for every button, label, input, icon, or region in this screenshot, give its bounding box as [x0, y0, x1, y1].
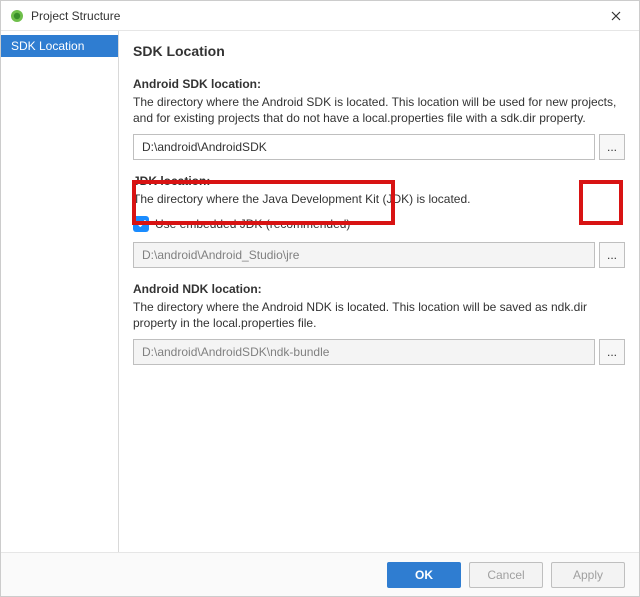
jdk-section-desc: The directory where the Java Development… [133, 191, 625, 207]
sidebar: SDK Location [1, 31, 119, 552]
checkbox-checked-icon [133, 216, 149, 232]
ellipsis-icon: ... [607, 345, 617, 359]
sidebar-item-label: SDK Location [11, 39, 84, 53]
jdk-checkbox-label: Use embedded JDK (recommended) [155, 217, 350, 231]
sdk-section-desc: The directory where the Android SDK is l… [133, 94, 625, 126]
ndk-path-input [133, 339, 595, 365]
ndk-section-desc: The directory where the Android NDK is l… [133, 299, 625, 331]
button-bar: OK Cancel Apply [1, 552, 639, 596]
dialog-window: Project Structure SDK Location SDK Locat… [0, 0, 640, 597]
content-pane: SDK Location Android SDK location: The d… [119, 31, 639, 552]
cancel-button[interactable]: Cancel [469, 562, 543, 588]
page-heading: SDK Location [133, 43, 625, 59]
ndk-path-row: ... [133, 339, 625, 365]
apply-button[interactable]: Apply [551, 562, 625, 588]
sdk-path-input[interactable] [133, 134, 595, 160]
ellipsis-icon: ... [607, 248, 617, 262]
jdk-path-input [133, 242, 595, 268]
ellipsis-icon: ... [607, 140, 617, 154]
sdk-path-row: ... [133, 134, 625, 160]
close-button[interactable] [593, 1, 639, 31]
title-bar: Project Structure [1, 1, 639, 31]
jdk-browse-button[interactable]: ... [599, 242, 625, 268]
ok-button[interactable]: OK [387, 562, 461, 588]
sdk-browse-button[interactable]: ... [599, 134, 625, 160]
sdk-section-title: Android SDK location: [133, 77, 625, 91]
sidebar-item-sdk-location[interactable]: SDK Location [1, 35, 118, 57]
jdk-embedded-checkbox-row[interactable]: Use embedded JDK (recommended) [133, 216, 625, 232]
window-title: Project Structure [31, 9, 120, 23]
app-icon [9, 8, 25, 24]
jdk-section-title: JDK location: [133, 174, 625, 188]
dialog-body: SDK Location SDK Location Android SDK lo… [1, 31, 639, 552]
ndk-section-title: Android NDK location: [133, 282, 625, 296]
ndk-browse-button[interactable]: ... [599, 339, 625, 365]
jdk-path-row: ... [133, 242, 625, 268]
